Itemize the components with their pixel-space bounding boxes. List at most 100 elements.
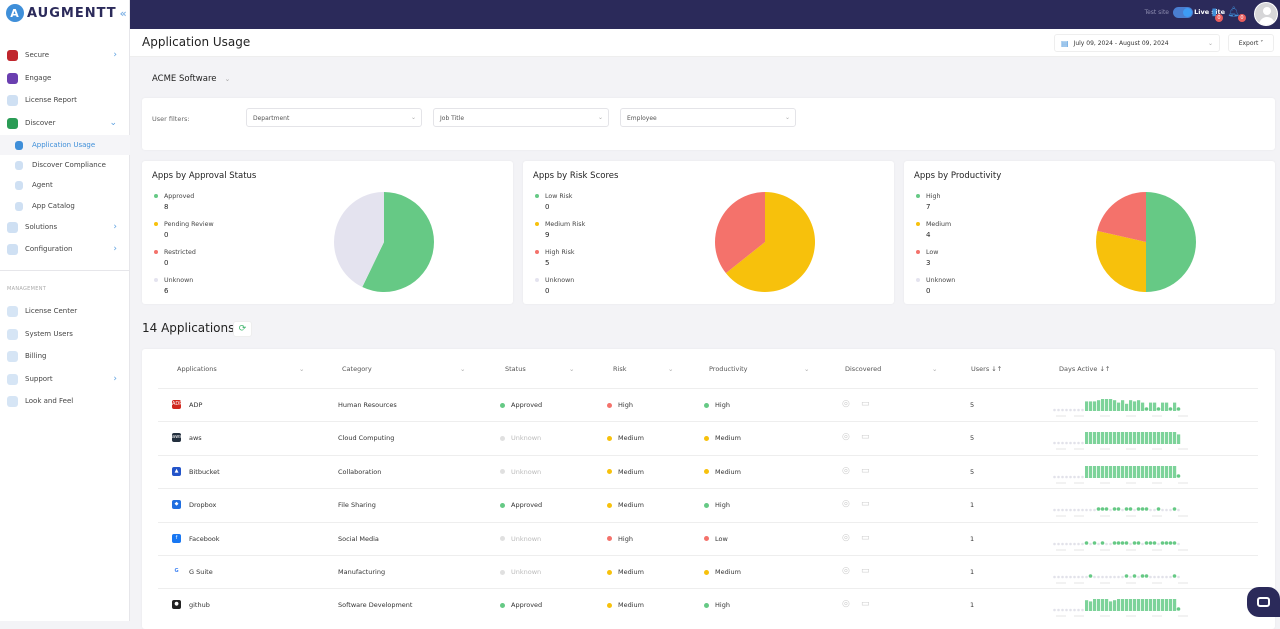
sidebar-item-license-report[interactable]: License Report xyxy=(0,90,130,110)
productivity-dot xyxy=(704,402,709,408)
day-active xyxy=(1101,599,1105,612)
pie-slice-high[interactable] xyxy=(1146,192,1196,292)
day-active xyxy=(1160,540,1165,545)
column-header[interactable]: Risk xyxy=(613,365,626,373)
sidebar-item-app-catalog[interactable]: App Catalog xyxy=(0,196,130,216)
day-active xyxy=(1165,599,1169,612)
column-header[interactable]: Users ↓↑ xyxy=(971,365,1002,373)
chevron-down-icon[interactable]: ⌄ xyxy=(569,365,574,373)
logo[interactable]: A AUGMENTT « xyxy=(6,4,128,22)
chevron-down-icon[interactable]: ⌄ xyxy=(299,365,304,373)
web-icon: ◎ xyxy=(842,499,850,510)
table-row[interactable]: ● github Software Development Approved M… xyxy=(158,588,1258,621)
table-row[interactable]: aws aws Cloud Computing Unknown Medium M… xyxy=(158,421,1258,454)
chat-button[interactable] xyxy=(1247,587,1280,617)
status-badge: Unknown xyxy=(500,568,541,576)
day-inactive xyxy=(1065,442,1068,445)
chevron-down-icon[interactable]: ⌄ xyxy=(460,365,465,373)
sidebar-item-application-usage[interactable]: Application Usage xyxy=(0,135,130,155)
day-active xyxy=(1145,465,1149,478)
sidebar-item-billing[interactable]: Billing xyxy=(0,346,130,366)
company-selector[interactable]: ACME Software ⌄ xyxy=(152,74,230,84)
column-header[interactable]: Discovered xyxy=(845,365,881,373)
day-inactive xyxy=(1077,475,1080,479)
day-active xyxy=(1149,432,1153,445)
day-active xyxy=(1133,465,1137,478)
risk-badge: High xyxy=(607,401,633,409)
day-active xyxy=(1104,507,1109,511)
sidebar-item-license-center[interactable]: License Center xyxy=(0,301,130,321)
app-name[interactable]: Facebook xyxy=(189,535,220,543)
table-row[interactable]: ◆ Dropbox File Sharing Approved Medium H… xyxy=(158,488,1258,521)
day-inactive xyxy=(1129,542,1132,545)
day-inactive xyxy=(1057,508,1060,512)
app-name[interactable]: aws xyxy=(189,434,202,442)
avatar[interactable] xyxy=(1254,2,1278,26)
table-row[interactable]: G G Suite Manufacturing Unknown Medium M… xyxy=(158,555,1258,588)
sidebar-item-discover-compliance[interactable]: Discover Compliance xyxy=(0,155,130,175)
day-inactive xyxy=(1077,508,1080,512)
sidebar-item-system-users[interactable]: System Users xyxy=(0,324,130,344)
day-active xyxy=(1105,599,1109,612)
column-header[interactable]: Status xyxy=(505,365,526,373)
sidebar-item-support[interactable]: Support › xyxy=(0,369,130,389)
chevron-down-icon[interactable]: ⌄ xyxy=(668,365,673,373)
table-row[interactable]: f Facebook Social Media Unknown High Low… xyxy=(158,521,1258,555)
export-button[interactable]: Export ˅ xyxy=(1228,34,1274,52)
sidebar-item-secure[interactable]: Secure › xyxy=(0,45,130,65)
app-name[interactable]: Dropbox xyxy=(189,501,216,509)
sidebar-item-discover[interactable]: Discover ⌄ xyxy=(0,113,130,133)
table-row[interactable]: ▲ Bitbucket Collaboration Unknown Medium… xyxy=(158,454,1258,488)
date-range-picker[interactable]: ▤ July 09, 2024 - August 09, 2024 ⌄ xyxy=(1054,34,1220,52)
day-active xyxy=(1136,507,1141,511)
day-active xyxy=(1117,402,1121,411)
refresh-button[interactable]: ⟳ xyxy=(233,321,252,337)
app-name[interactable]: ADP xyxy=(189,401,202,409)
users-count: 1 xyxy=(970,568,975,576)
column-header[interactable]: Days Active ↓↑ xyxy=(1059,365,1110,373)
day-active xyxy=(1132,540,1137,545)
desktop-icon: ▭ xyxy=(861,499,870,510)
sidebar-item-agent[interactable]: Agent xyxy=(0,175,130,195)
column-header[interactable]: Applications xyxy=(177,365,217,373)
app-name[interactable]: github xyxy=(189,601,210,609)
day-active xyxy=(1152,540,1157,545)
day-active xyxy=(1161,599,1165,612)
column-header[interactable]: Category xyxy=(342,365,372,373)
day-active xyxy=(1144,507,1149,511)
day-inactive xyxy=(1061,408,1064,412)
legend-dot xyxy=(916,222,920,226)
table-row[interactable]: ADP ADP Human Resources Approved High Hi… xyxy=(158,388,1258,421)
chevron-down-icon[interactable]: ⌄ xyxy=(932,365,937,373)
day-inactive xyxy=(1161,508,1164,512)
sidebar-item-look-and-feel[interactable]: Look and Feel xyxy=(0,391,130,411)
employee-select[interactable]: Employee ⌄ xyxy=(620,108,796,127)
app-name[interactable]: Bitbucket xyxy=(189,468,220,476)
department-select[interactable]: Department ⌄ xyxy=(246,108,422,127)
day-active xyxy=(1121,400,1125,411)
job-title-select[interactable]: Job Title ⌄ xyxy=(433,108,609,127)
sidebar-item-configuration[interactable]: Configuration › xyxy=(0,239,130,259)
status-dot xyxy=(500,469,505,475)
collapse-sidebar-icon[interactable]: « xyxy=(120,7,128,20)
day-active xyxy=(1165,402,1169,411)
site-toggle[interactable] xyxy=(1173,7,1193,18)
app-name[interactable]: G Suite xyxy=(189,568,213,576)
chevron-icon: › xyxy=(113,222,117,232)
column-header[interactable]: Productivity xyxy=(709,365,748,373)
day-active xyxy=(1096,507,1101,511)
sidebar-item-engage[interactable]: Engage xyxy=(0,68,130,88)
day-active xyxy=(1129,599,1133,612)
chevron-down-icon[interactable]: ⌄ xyxy=(804,365,809,373)
day-inactive xyxy=(1085,508,1088,512)
day-active xyxy=(1100,507,1105,511)
day-active xyxy=(1109,399,1113,411)
web-icon: ◎ xyxy=(842,399,850,409)
day-inactive xyxy=(1081,442,1084,445)
risk-badge: Medium xyxy=(607,501,644,509)
sidebar-item-solutions[interactable]: Solutions › xyxy=(0,217,130,237)
coins-icon xyxy=(7,350,18,362)
day-active xyxy=(1097,465,1101,478)
day-inactive xyxy=(1137,575,1140,579)
status-dot xyxy=(500,536,505,542)
